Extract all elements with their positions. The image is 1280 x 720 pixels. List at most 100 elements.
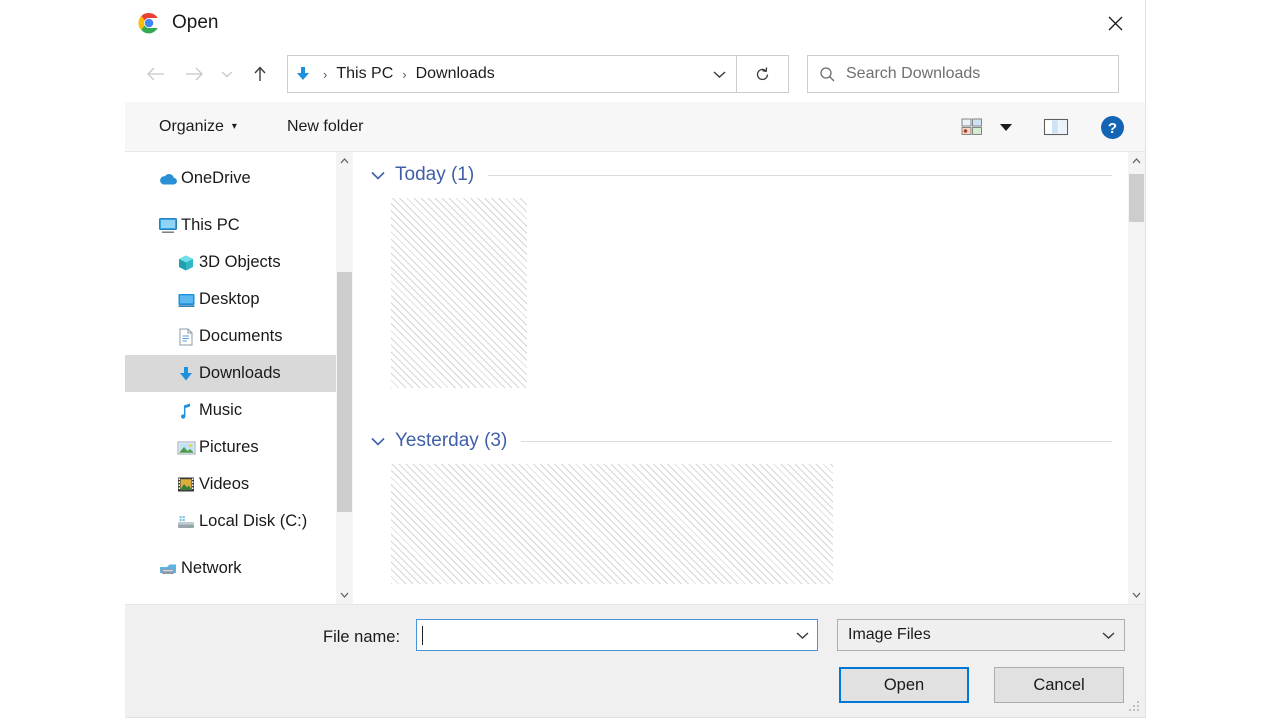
onedrive-cloud-icon [155, 168, 181, 190]
back-icon[interactable] [137, 55, 175, 93]
up-one-level-icon[interactable] [241, 55, 279, 93]
music-note-icon [173, 400, 199, 422]
file-thumbnail-placeholder[interactable] [391, 464, 833, 584]
sidebar-scroll-thumb[interactable] [337, 272, 352, 512]
breadcrumb-this-pc[interactable]: This PC [332, 65, 397, 83]
new-folder-label: New folder [286, 117, 364, 135]
cancel-button-label: Cancel [1033, 675, 1085, 694]
breadcrumb-separator: › [323, 66, 328, 82]
file-type-dropdown[interactable]: Image Files [837, 619, 1125, 651]
sidebar-item-local-disk-c[interactable]: Local Disk (C:) [125, 503, 336, 540]
chrome-logo-icon [138, 12, 160, 34]
sidebar-item-videos[interactable]: Videos [125, 466, 336, 503]
view-options-icon[interactable] [953, 109, 991, 145]
organize-button[interactable]: Organize ▾ [151, 111, 245, 143]
3d-objects-icon [173, 252, 199, 274]
forward-icon[interactable] [175, 55, 213, 93]
documents-icon [173, 326, 199, 348]
scroll-down-arrow-icon[interactable] [1128, 586, 1145, 604]
sidebar-item-this-pc[interactable]: This PC [125, 207, 336, 244]
file-list-scrollbar[interactable] [1128, 152, 1145, 604]
sidebar-item-pictures[interactable]: Pictures [125, 429, 336, 466]
scroll-down-arrow-icon[interactable] [336, 586, 353, 604]
group-label: Yesterday (3) [395, 430, 508, 451]
svg-text:?: ? [1107, 120, 1116, 137]
window-title: Open [172, 12, 219, 33]
address-dropdown-icon[interactable] [702, 56, 736, 92]
navigation-pane: OneDrive This PC 3D Objects Desktop Docu… [125, 152, 336, 604]
local-disk-icon [173, 511, 199, 533]
downloads-arrow-icon [173, 363, 199, 385]
group-divider [488, 174, 1112, 176]
sidebar-item-onedrive[interactable]: OneDrive [125, 160, 336, 197]
group-header-today[interactable]: Today (1) [367, 152, 1128, 198]
sidebar-item-label: Videos [199, 475, 250, 493]
sidebar-item-label: Documents [199, 327, 283, 345]
refresh-button[interactable] [737, 55, 789, 93]
recent-locations-icon[interactable] [213, 55, 241, 93]
sidebar-item-label: Music [199, 401, 243, 419]
command-toolbar: Organize ▾ New folder ? [125, 102, 1145, 152]
downloads-arrow-icon [288, 65, 318, 83]
help-icon[interactable]: ? [1093, 109, 1131, 145]
scroll-up-arrow-icon[interactable] [1128, 152, 1145, 170]
dialog-footer: File name: Image Files Open Cancel [125, 604, 1145, 717]
pictures-icon [173, 437, 199, 459]
sidebar-item-label: Desktop [199, 290, 260, 308]
network-icon [155, 558, 181, 580]
file-name-input[interactable] [416, 619, 818, 651]
sidebar-item-music[interactable]: Music [125, 392, 336, 429]
preview-pane-icon[interactable] [1037, 109, 1075, 145]
navigation-bar: › This PC › Downloads Search Downloads [125, 46, 1145, 102]
sidebar-item-desktop[interactable]: Desktop [125, 281, 336, 318]
sidebar-item-label: Network [181, 559, 242, 577]
file-list-pane[interactable]: Today (1) Yesterday (3) [353, 152, 1128, 604]
address-bar[interactable]: › This PC › Downloads [287, 55, 737, 93]
file-type-dropdown-icon[interactable] [1092, 620, 1124, 650]
resize-grip[interactable] [1129, 701, 1141, 713]
open-file-dialog: Open › This PC › Downloads Search Downlo… [125, 0, 1146, 718]
sidebar-scrollbar[interactable] [336, 152, 353, 604]
chevron-down-icon: ▾ [231, 121, 237, 132]
sidebar-item-label: Local Disk (C:) [199, 512, 308, 530]
sidebar-item-label: OneDrive [181, 169, 251, 187]
open-button-label: Open [883, 675, 925, 694]
search-icon [808, 66, 846, 83]
open-button[interactable]: Open [839, 667, 969, 703]
breadcrumb-separator: › [402, 66, 407, 82]
search-box[interactable]: Search Downloads [807, 55, 1119, 93]
group-header-yesterday[interactable]: Yesterday (3) [367, 418, 1128, 464]
new-folder-button[interactable]: New folder [279, 111, 371, 143]
sidebar-item-label: Pictures [199, 438, 259, 456]
chevron-down-icon[interactable] [371, 434, 385, 449]
title-bar: Open [125, 0, 1145, 46]
file-name-label: File name: [323, 628, 401, 646]
sidebar-item-documents[interactable]: Documents [125, 318, 336, 355]
file-type-value: Image Files [848, 626, 931, 643]
file-list-scroll-thumb[interactable] [1129, 174, 1144, 222]
breadcrumb-downloads[interactable]: Downloads [412, 65, 499, 83]
scroll-up-arrow-icon[interactable] [336, 152, 353, 170]
close-button[interactable] [1085, 0, 1145, 46]
sidebar-item-label: This PC [181, 216, 240, 234]
cancel-button[interactable]: Cancel [994, 667, 1124, 703]
group-divider [521, 440, 1112, 442]
sidebar-item-downloads[interactable]: Downloads [125, 355, 336, 392]
organize-label: Organize [159, 117, 224, 135]
this-pc-monitor-icon [155, 215, 181, 237]
videos-icon [173, 474, 199, 496]
toolbar-right-group: ? [953, 102, 1131, 152]
file-thumbnail-placeholder[interactable] [391, 198, 527, 388]
view-dropdown-icon[interactable] [991, 109, 1021, 145]
file-name-dropdown-icon[interactable] [787, 620, 817, 650]
chevron-down-icon[interactable] [371, 168, 385, 183]
sidebar-item-network[interactable]: Network [125, 550, 336, 587]
sidebar-item-3d-objects[interactable]: 3D Objects [125, 244, 336, 281]
text-cursor [422, 625, 423, 645]
group-label: Today (1) [395, 164, 475, 185]
sidebar-item-label: 3D Objects [199, 253, 281, 271]
sidebar-item-label: Downloads [199, 364, 281, 382]
desktop-icon [173, 289, 199, 311]
